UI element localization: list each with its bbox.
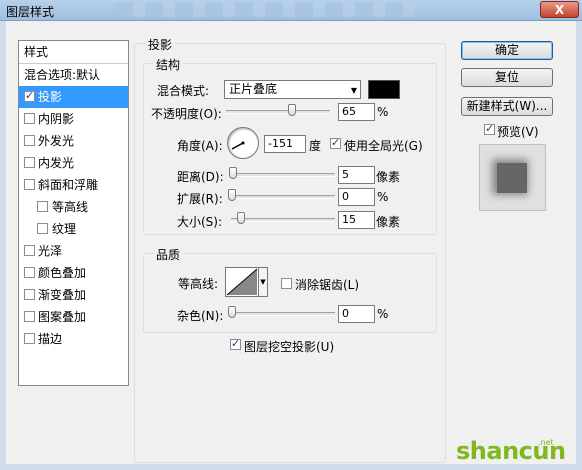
reset-button[interactable]: 复位: [461, 68, 553, 87]
quality-title: 品质: [153, 246, 184, 263]
global-light-label[interactable]: 使用全局光(G): [344, 137, 423, 154]
style-preview: [479, 144, 546, 211]
inner-shadow-checkbox[interactable]: [24, 113, 35, 124]
sidebar-item-inner-shadow[interactable]: 内阴影: [19, 108, 128, 130]
styles-list: 样式 混合选项:默认 投影 内阴影 外发光 内发光 斜面和浮雕 等高线: [18, 40, 129, 386]
gradient-overlay-checkbox[interactable]: [24, 289, 35, 300]
preview-checkbox[interactable]: [484, 122, 495, 135]
title-bar-background: [115, 2, 415, 17]
shadow-color-swatch[interactable]: [368, 80, 400, 99]
antialias-label[interactable]: 消除锯齿(L): [295, 276, 359, 293]
global-light-checkbox[interactable]: [330, 136, 341, 149]
noise-slider-track[interactable]: [231, 312, 335, 316]
blend-mode-label: 混合模式:: [157, 84, 210, 98]
preview-square: [497, 163, 527, 193]
spread-slider-thumb[interactable]: [228, 189, 236, 201]
sidebar-item-pattern-overlay[interactable]: 图案叠加: [19, 306, 128, 328]
size-slider-track[interactable]: [231, 218, 335, 222]
sidebar-item-color-overlay[interactable]: 颜色叠加: [19, 262, 128, 284]
sidebar-item-blending-options[interactable]: 混合选项:默认: [19, 64, 128, 86]
noise-unit: %: [377, 307, 389, 321]
opacity-input[interactable]: 65: [338, 103, 375, 121]
sidebar-item-bevel-emboss[interactable]: 斜面和浮雕: [19, 174, 128, 196]
spread-slider-track[interactable]: [231, 195, 335, 199]
sidebar-item-contour[interactable]: 等高线: [19, 196, 128, 218]
size-input[interactable]: 15: [338, 211, 375, 229]
bevel-emboss-checkbox[interactable]: [24, 179, 35, 190]
noise-slider-thumb[interactable]: [228, 306, 236, 318]
angle-input[interactable]: -151: [264, 135, 306, 153]
opacity-label: 不透明度(O):: [151, 107, 222, 121]
distance-slider-thumb[interactable]: [229, 167, 237, 179]
color-overlay-checkbox[interactable]: [24, 267, 35, 278]
sidebar-item-texture[interactable]: 纹理: [19, 218, 128, 240]
angle-label: 角度(A):: [177, 139, 223, 153]
structure-title: 结构: [153, 56, 184, 73]
contour-label: 等高线:: [178, 277, 219, 291]
drop-shadow-title: 投影: [145, 36, 176, 53]
chevron-down-icon: ▼: [350, 86, 357, 95]
opacity-slider-thumb[interactable]: [288, 104, 296, 116]
sidebar-item-inner-glow[interactable]: 内发光: [19, 152, 128, 174]
sidebar-item-drop-shadow[interactable]: 投影: [19, 86, 128, 108]
contour-dropdown-arrow[interactable]: ▼: [259, 267, 268, 297]
noise-input[interactable]: 0: [338, 305, 375, 323]
spread-unit: %: [377, 190, 389, 204]
distance-label: 距离(D):: [177, 170, 224, 184]
contour-curve-icon: [226, 268, 258, 296]
size-slider-thumb[interactable]: [237, 212, 245, 224]
antialias-checkbox[interactable]: [281, 278, 292, 289]
size-label: 大小(S):: [177, 215, 223, 229]
ok-button[interactable]: 确定: [461, 41, 553, 60]
new-style-button[interactable]: 新建样式(W)...: [461, 97, 553, 116]
blend-mode-select[interactable]: 正片叠底 ▼: [224, 80, 361, 99]
opacity-slider-track[interactable]: [226, 110, 330, 114]
angle-dial-needle: [231, 141, 245, 150]
title-bar: 图层样式 X: [0, 0, 582, 21]
pattern-overlay-checkbox[interactable]: [24, 311, 35, 322]
spread-label: 扩展(R):: [177, 192, 223, 206]
preview-label[interactable]: 预览(V): [497, 123, 539, 140]
distance-unit: 像素: [376, 170, 401, 184]
watermark-domain: .net: [538, 438, 554, 447]
close-button[interactable]: X: [540, 1, 579, 18]
sidebar-item-satin[interactable]: 光泽: [19, 240, 128, 262]
spread-input[interactable]: 0: [338, 188, 375, 206]
dialog-body: 样式 混合选项:默认 投影 内阴影 外发光 内发光 斜面和浮雕 等高线: [6, 21, 576, 464]
knockout-checkbox[interactable]: [230, 337, 241, 350]
opacity-unit: %: [377, 105, 389, 119]
angle-dial[interactable]: [227, 127, 259, 159]
window-title: 图层样式: [6, 5, 55, 19]
size-unit: 像素: [376, 215, 401, 229]
drop-shadow-checkbox[interactable]: [24, 89, 35, 102]
contour-picker[interactable]: [225, 267, 259, 297]
knockout-label[interactable]: 图层挖空投影(U): [244, 338, 334, 355]
distance-slider-track[interactable]: [231, 173, 335, 177]
styles-list-header[interactable]: 样式: [19, 41, 128, 64]
noise-label: 杂色(N):: [177, 309, 224, 323]
sidebar-item-gradient-overlay[interactable]: 渐变叠加: [19, 284, 128, 306]
inner-glow-checkbox[interactable]: [24, 157, 35, 168]
angle-unit: 度: [309, 139, 322, 153]
outer-glow-checkbox[interactable]: [24, 135, 35, 146]
texture-checkbox[interactable]: [37, 223, 48, 234]
satin-checkbox[interactable]: [24, 245, 35, 256]
contour-checkbox[interactable]: [37, 201, 48, 212]
sidebar-item-stroke[interactable]: 描边: [19, 328, 128, 350]
distance-input[interactable]: 5: [338, 166, 375, 184]
stroke-checkbox[interactable]: [24, 333, 35, 344]
sidebar-item-outer-glow[interactable]: 外发光: [19, 130, 128, 152]
